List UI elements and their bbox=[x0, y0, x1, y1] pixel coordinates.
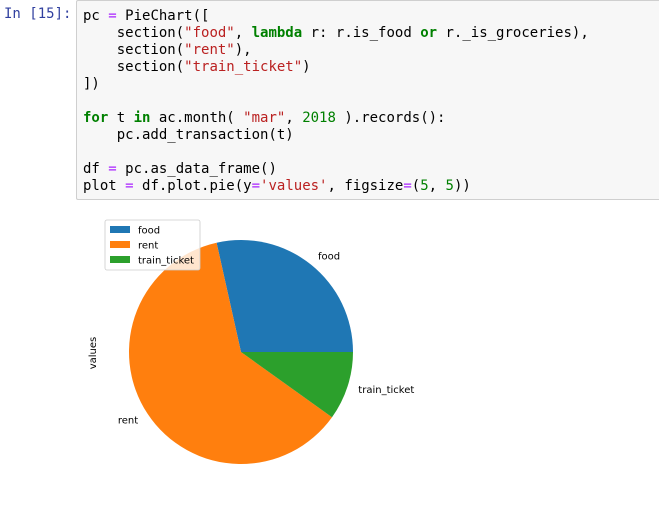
code-token: pc bbox=[83, 8, 109, 24]
code-token: in bbox=[133, 110, 151, 126]
code-token: "rent" bbox=[184, 42, 235, 58]
code-token: PieChart([ bbox=[116, 8, 210, 24]
code-token: plot bbox=[83, 178, 126, 194]
cell-output: food rent train_ticket values food rent trai… bbox=[76, 210, 476, 510]
code-line: pc.add_transaction(t) bbox=[83, 127, 659, 144]
pie-chart: food rent train_ticket values food rent trai… bbox=[88, 219, 414, 465]
code-line: pc = PieChart([ bbox=[83, 8, 659, 25]
legend-swatch-food bbox=[110, 226, 130, 233]
code-cell-editor[interactable]: pc = PieChart([ section("food", lambda r… bbox=[76, 0, 659, 200]
code-line: section("rent"), bbox=[83, 42, 659, 59]
code-token: df bbox=[83, 161, 109, 177]
legend: food rent train_ticket bbox=[104, 219, 201, 271]
legend-label-rent: rent bbox=[138, 241, 158, 252]
slice-label-train-ticket: train_ticket bbox=[358, 385, 414, 396]
legend-swatch-rent bbox=[110, 241, 130, 248]
y-axis-label: values bbox=[88, 337, 99, 370]
cell-prompt: In [15]: bbox=[4, 6, 72, 22]
code-token: r: r.is_food bbox=[302, 25, 421, 41]
code-line: ]) bbox=[83, 76, 659, 93]
legend-swatch-train-ticket bbox=[110, 256, 130, 263]
code-token: ) bbox=[302, 59, 311, 75]
code-token: ).records(): bbox=[335, 110, 446, 126]
code-token: , figsize bbox=[327, 178, 404, 194]
code-token: = bbox=[108, 161, 117, 177]
code-token: , bbox=[428, 178, 446, 194]
code-line: section("food", lambda r: r.is_food or r… bbox=[83, 25, 659, 42]
code-block[interactable]: pc = PieChart([ section("food", lambda r… bbox=[77, 1, 659, 195]
code-token: section( bbox=[83, 59, 185, 75]
legend-label-food: food bbox=[138, 226, 160, 237]
code-token: section( bbox=[83, 42, 185, 58]
code-token: t bbox=[108, 110, 134, 126]
code-token: pc.as_data_frame() bbox=[116, 161, 277, 177]
code-token: "train_ticket" bbox=[184, 59, 303, 75]
code-token: = bbox=[125, 178, 134, 194]
code-token: "food" bbox=[184, 25, 235, 41]
code-token: 5 bbox=[420, 178, 429, 194]
slice-label-food: food bbox=[318, 251, 340, 262]
code-token: 5 bbox=[445, 178, 454, 194]
code-line: section("train_ticket") bbox=[83, 59, 659, 76]
code-line: df = pc.as_data_frame() bbox=[83, 161, 659, 178]
code-token: ]) bbox=[83, 76, 100, 92]
code-token: ( bbox=[411, 178, 421, 194]
code-token: )) bbox=[453, 178, 471, 194]
code-token: ), bbox=[234, 42, 252, 58]
code-token: 2018 bbox=[302, 110, 336, 126]
code-token: pc.add_transaction(t) bbox=[83, 127, 294, 143]
code-token: 'values' bbox=[260, 178, 328, 194]
code-token: = bbox=[403, 178, 412, 194]
code-token: lambda bbox=[251, 25, 303, 41]
code-token: for bbox=[83, 110, 109, 126]
code-token: ac.month( bbox=[150, 110, 244, 126]
code-token: , bbox=[285, 110, 303, 126]
code-line: for t in ac.month( "mar", 2018 ).records… bbox=[83, 110, 659, 127]
pie-slices bbox=[128, 240, 353, 465]
code-token: = bbox=[251, 178, 261, 194]
code-line: plot = df.plot.pie(y='values', figsize=(… bbox=[83, 178, 659, 195]
code-token: r._is_groceries), bbox=[437, 25, 589, 41]
code-token: or bbox=[420, 25, 438, 41]
code-token: , bbox=[234, 25, 252, 41]
code-token: = bbox=[108, 8, 117, 24]
code-token: section( bbox=[83, 25, 185, 41]
code-token: "mar" bbox=[243, 110, 286, 126]
code-token: df.plot.pie(y bbox=[133, 178, 252, 194]
slice-label-rent: rent bbox=[118, 416, 138, 427]
legend-label-train-ticket: train_ticket bbox=[138, 256, 194, 267]
